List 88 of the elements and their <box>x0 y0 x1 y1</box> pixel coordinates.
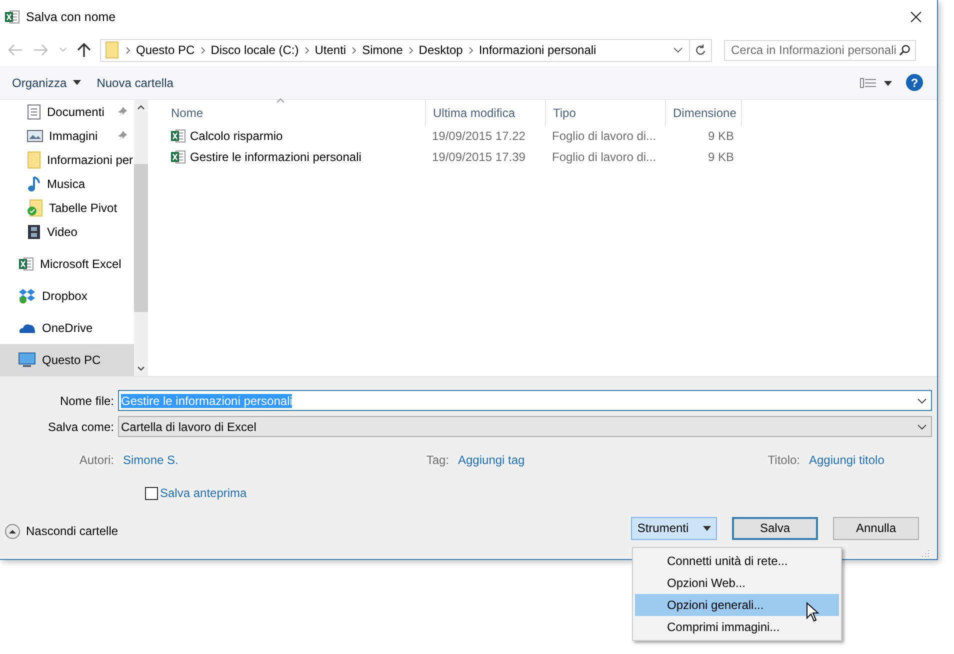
chevron-icon <box>468 46 473 54</box>
sidebar-item[interactable]: Video <box>0 220 134 244</box>
window-title: Salva con nome <box>26 10 116 24</box>
metadata-label: Titolo: <box>766 453 800 467</box>
table-cell-text: 19/09/2015 17.22 <box>431 129 526 144</box>
spreadsheet-file-icon <box>170 149 186 166</box>
breadcrumb-segment[interactable]: Disco locale (C:) <box>208 43 302 58</box>
document-icon <box>27 104 41 120</box>
file-type-dropdown[interactable]: Cartella di lavoro di Excel <box>118 416 932 437</box>
sidebar-item[interactable]: Documenti <box>0 100 134 124</box>
dropdown-chevron-icon[interactable] <box>917 398 927 404</box>
excel-icon <box>18 256 34 272</box>
film-icon <box>27 224 41 240</box>
sidebar-item[interactable]: OneDrive <box>0 312 134 344</box>
metadata-link[interactable]: Aggiungi tag <box>458 453 558 467</box>
breadcrumb-segment[interactable]: Simone <box>359 43 406 58</box>
scrollbar[interactable] <box>134 100 148 376</box>
cancel-button[interactable]: Annulla <box>833 516 919 540</box>
refresh-icon <box>695 44 706 56</box>
chevron-icon <box>304 46 309 54</box>
caret-icon <box>72 80 81 86</box>
sidebar-item[interactable]: Tabelle Pivot <box>0 196 134 220</box>
caret-icon <box>702 526 711 530</box>
metadata-label: Autori: <box>78 453 114 467</box>
field-label: Nome file: <box>58 394 115 408</box>
dropdown-chevron-icon[interactable] <box>673 47 683 54</box>
column-header[interactable]: Nome <box>164 100 426 126</box>
spreadsheet-file-icon <box>170 128 186 144</box>
chevron-icon <box>352 46 356 54</box>
chevron-icon <box>126 46 130 54</box>
search-icon <box>899 44 911 56</box>
chevron-icon <box>200 46 205 54</box>
column-header[interactable]: Ultima modifica <box>426 100 546 126</box>
column-header[interactable]: Dimensione <box>666 100 742 126</box>
synced-folder-icon <box>27 198 43 217</box>
resize-grip-icon[interactable] <box>922 549 930 557</box>
file-name-cell[interactable]: Gestire le informazioni personali <box>164 149 426 166</box>
column-header[interactable]: Tipo <box>546 100 666 126</box>
sort-caret-icon <box>276 98 285 103</box>
save-button[interactable]: Salva <box>732 516 818 540</box>
hide-folders-button[interactable]: Nascondi cartelle <box>0 524 118 538</box>
search-field[interactable]: Cerca in Informazioni personali <box>724 40 916 61</box>
sidebar-item[interactable]: Questo PC <box>0 344 134 376</box>
checkbox-label[interactable]: Salva anteprima <box>160 486 247 500</box>
dropdown-chevron-icon[interactable] <box>917 424 927 430</box>
organize-menu-button[interactable]: Organizza <box>4 72 89 94</box>
file-name-cell[interactable]: Calcolo risparmio <box>164 128 426 144</box>
metadata-link[interactable]: Simone S. <box>123 453 223 467</box>
menu-item[interactable]: Opzioni generali... <box>635 594 839 616</box>
metadata-link[interactable]: Aggiungi titolo <box>809 453 929 467</box>
field-label: Salva come: <box>46 420 115 434</box>
breadcrumb-segment[interactable]: Questo PC <box>133 43 198 58</box>
scroll-down-icon[interactable] <box>137 366 145 370</box>
excel-app-icon <box>4 9 20 26</box>
dropbox-icon <box>18 288 36 304</box>
scroll-up-icon[interactable] <box>137 105 145 110</box>
computer-icon <box>18 352 36 368</box>
folder-icon <box>27 150 41 169</box>
menu-item[interactable]: Opzioni Web... <box>635 572 839 594</box>
sidebar-item[interactable]: Microsoft Excel <box>0 248 134 280</box>
breadcrumb-segment[interactable]: Utenti <box>312 43 350 58</box>
tools-dropdown-button[interactable]: Strumenti <box>631 516 717 540</box>
breadcrumb-segment[interactable]: Informazioni personali <box>476 43 600 58</box>
sidebar-item[interactable]: Dropbox <box>0 280 134 312</box>
chevron-icon <box>408 46 413 54</box>
sidebar-item[interactable]: Immagini <box>0 124 134 148</box>
table-cell-text: Foglio di lavoro di... <box>551 129 658 144</box>
table-cell-text: Foglio di lavoro di... <box>551 150 658 164</box>
help-button[interactable]: ? <box>906 74 923 92</box>
address-bar[interactable]: Questo PC Disco locale (C:) Utenti Simone Desktop Informazioni personali <box>100 38 712 62</box>
table-cell-text: 9 KB <box>706 150 735 164</box>
table-cell-text: 9 KB <box>706 129 735 144</box>
music-note-icon <box>27 174 41 193</box>
sidebar-item[interactable]: Musica <box>0 172 134 196</box>
menu-item[interactable]: Comprimi immagini... <box>635 616 839 638</box>
sidebar-item[interactable]: Informazioni per <box>0 148 134 172</box>
menu-item[interactable]: Connetti unità di rete... <box>635 550 839 572</box>
metadata-label: Tag: <box>425 453 449 467</box>
mouse-pointer-icon <box>806 602 820 622</box>
checkbox[interactable] <box>145 486 158 500</box>
close-icon <box>910 11 922 24</box>
new-folder-button[interactable]: Nuova cartella <box>88 72 182 94</box>
picture-icon <box>27 128 43 143</box>
folder-icon <box>105 41 119 60</box>
cloud-icon <box>18 322 36 334</box>
breadcrumb-segment[interactable]: Desktop <box>416 43 466 58</box>
table-cell-text: 19/09/2015 17.39 <box>431 150 526 164</box>
view-options-icon[interactable] <box>860 78 892 88</box>
